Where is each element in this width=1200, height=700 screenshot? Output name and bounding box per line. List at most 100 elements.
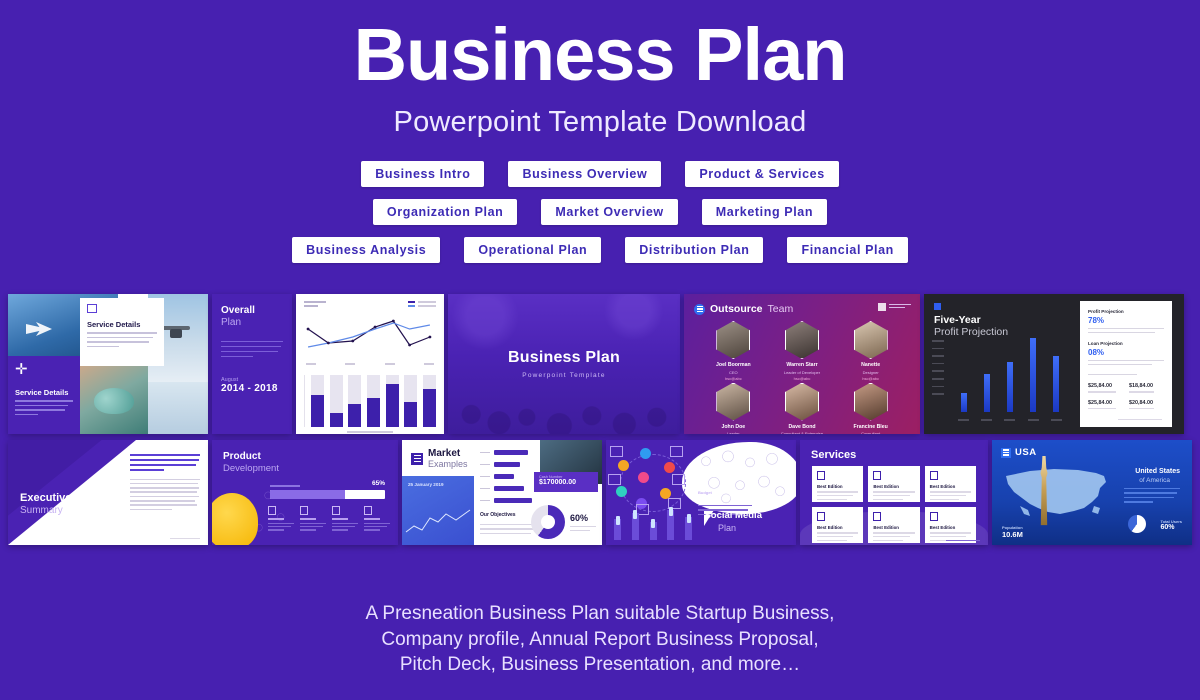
lock-icon [873, 471, 882, 480]
team-member: John DoeLeaderhsc@abc [700, 382, 767, 434]
member-name: Joel Boorman [716, 362, 751, 368]
market-line-chart: 25 January 2019 [402, 476, 474, 545]
slide-thumb-market-examples[interactable]: Market Examples 25 January 2019 Cash Num… [402, 440, 602, 545]
slide-thumb-charts[interactable] [296, 294, 444, 434]
amount-value: $25,84.00 [1088, 383, 1112, 390]
service-card-title: Service Details [87, 320, 141, 329]
executive-paragraph [130, 478, 200, 511]
slide-thumb-overall-plan[interactable]: Overall Plan August 2014 - 2018 [212, 294, 292, 434]
five-year-y-axis [932, 340, 944, 401]
card-title: Best Edition [817, 484, 843, 489]
donut-value: 60% [1160, 524, 1175, 531]
menu-icon [411, 452, 423, 465]
feature-item [364, 506, 390, 533]
slide-thumb-executive-summary[interactable]: Executive Summary [8, 440, 208, 545]
service-card[interactable]: Best Edition [812, 466, 864, 502]
avatar [853, 382, 888, 421]
dot-icon [618, 460, 629, 471]
member-role: CEO [728, 369, 738, 375]
tag-market-overview[interactable]: Market Overview [541, 199, 678, 225]
book-icon [929, 471, 938, 480]
social-title: Social Media [704, 510, 762, 521]
slide-thumb-services[interactable]: Services Best Edition Best Edition Best … [800, 440, 988, 545]
loan-desc [1088, 359, 1164, 365]
executive-subtitle: Summary [20, 505, 63, 516]
avatar [784, 321, 819, 359]
chart-icon [300, 506, 308, 515]
hero-section: Business Plan Powerpoint Template Downlo… [0, 0, 1200, 139]
footer-description: A Presneation Business Plan suitable Sta… [0, 601, 1200, 678]
slide-thumb-outsource-team[interactable]: Outsource Team Joel Boorman CEO hsc@abc Wa… [684, 294, 920, 434]
chart-icon [817, 512, 825, 521]
member-name: Francine Bleu [853, 423, 888, 430]
cover-text: Business Plan Powerpoint Template [448, 294, 680, 434]
profit-value: 78% [1088, 316, 1105, 325]
usa-body-text [1124, 488, 1180, 506]
service-panel: ✛ Service Details [8, 356, 80, 434]
tag-financial-plan[interactable]: Financial Plan [787, 237, 908, 263]
service-panel-title: Service Details [15, 388, 69, 397]
social-subtitle: Plan [717, 523, 736, 533]
slide-thumb-service-details[interactable]: Service Details ✛ Service Details [8, 294, 208, 434]
market-note: Our Objectives [480, 503, 538, 535]
team-badge [878, 303, 911, 311]
slide-thumb-usa-map[interactable]: USA United States of America Total Users… [992, 440, 1192, 545]
services-card-grid: Best Edition Best Edition Best Edition B… [812, 466, 976, 543]
team-member: Warren Starr Leader of Developer hsc@abc [769, 321, 836, 381]
member-role: Leader [727, 431, 740, 434]
tag-organization-plan[interactable]: Organization Plan [372, 199, 518, 225]
card-title: Best Edition [817, 525, 843, 530]
airplane-icon [26, 324, 48, 334]
chart-legend [408, 301, 436, 309]
footer-line-2: Company profile, Annual Report Business … [381, 628, 819, 650]
avatar [716, 321, 751, 359]
app-icon [672, 474, 685, 485]
tag-business-intro[interactable]: Business Intro [361, 161, 485, 187]
slide-thumb-five-year-projection[interactable]: Five-Year Profit Projection Profit Proje… [924, 294, 1184, 434]
usa-header: USA [992, 440, 1192, 458]
document-icon [87, 304, 97, 313]
population-value: 10.6M [1002, 530, 1023, 539]
tag-product-services[interactable]: Product & Services [685, 161, 839, 187]
product-title: Product [223, 451, 261, 462]
slide-row-1: Service Details ✛ Service Details Overal… [0, 294, 1200, 434]
member-role: Designer [862, 369, 879, 375]
tag-operational-plan[interactable]: Operational Plan [464, 237, 602, 263]
service-card[interactable]: Best Edition [924, 507, 976, 543]
executive-title: Executive [20, 492, 72, 504]
usa-map-shape [1000, 462, 1112, 524]
member-name: Nanette [861, 362, 881, 368]
card-title: Best Edition [929, 484, 956, 489]
slide-thumb-business-plan-cover[interactable]: Business Plan Powerpoint Template [448, 294, 680, 434]
app-icon [670, 446, 683, 457]
plus-icon: ✛ [15, 361, 28, 378]
usa-heading-1: United States [1135, 468, 1180, 475]
usa-donut-chart [1128, 515, 1146, 533]
overall-title: Overall [221, 305, 255, 316]
tag-business-overview[interactable]: Business Overview [508, 161, 662, 187]
cover-subtitle: Powerpoint Template [522, 372, 606, 379]
slide-thumb-social-media-plan[interactable]: Budget $10,000.00 Social Media Plan [606, 440, 796, 545]
tag-business-analysis[interactable]: Business Analysis [292, 237, 441, 263]
amount-value: $20,84.00 [1129, 399, 1153, 406]
service-card[interactable]: Best Edition [812, 507, 864, 543]
progress-value: 65% [371, 480, 385, 487]
tag-marketing-plan[interactable]: Marketing Plan [701, 199, 828, 225]
team-member: Dave BondConsultant & Enterprisehsc@abc [769, 382, 836, 434]
chart-caption [347, 430, 393, 433]
overall-body-text [221, 340, 283, 358]
progress-section: 65% [270, 480, 385, 499]
market-donut-chart: 60% [531, 505, 596, 539]
service-card[interactable]: Best Edition [868, 507, 920, 543]
app-icon [608, 474, 621, 485]
usa-heading-2: of America [1139, 477, 1170, 484]
services-title: Services [811, 449, 857, 461]
team-member: Nanette Designer hsc@abc [837, 321, 904, 381]
service-card[interactable]: Best Edition [924, 466, 976, 502]
tag-distribution-plan[interactable]: Distribution Plan [625, 237, 764, 263]
footer-line-3: Pitch Deck, Business Presentation, and m… [399, 654, 801, 676]
service-panel-text [15, 400, 73, 416]
slide-preview-grid: Service Details ✛ Service Details Overal… [0, 294, 1200, 551]
slide-thumb-product-development[interactable]: Product Development 65% [212, 440, 398, 545]
service-card[interactable]: Best Edition [868, 466, 920, 502]
